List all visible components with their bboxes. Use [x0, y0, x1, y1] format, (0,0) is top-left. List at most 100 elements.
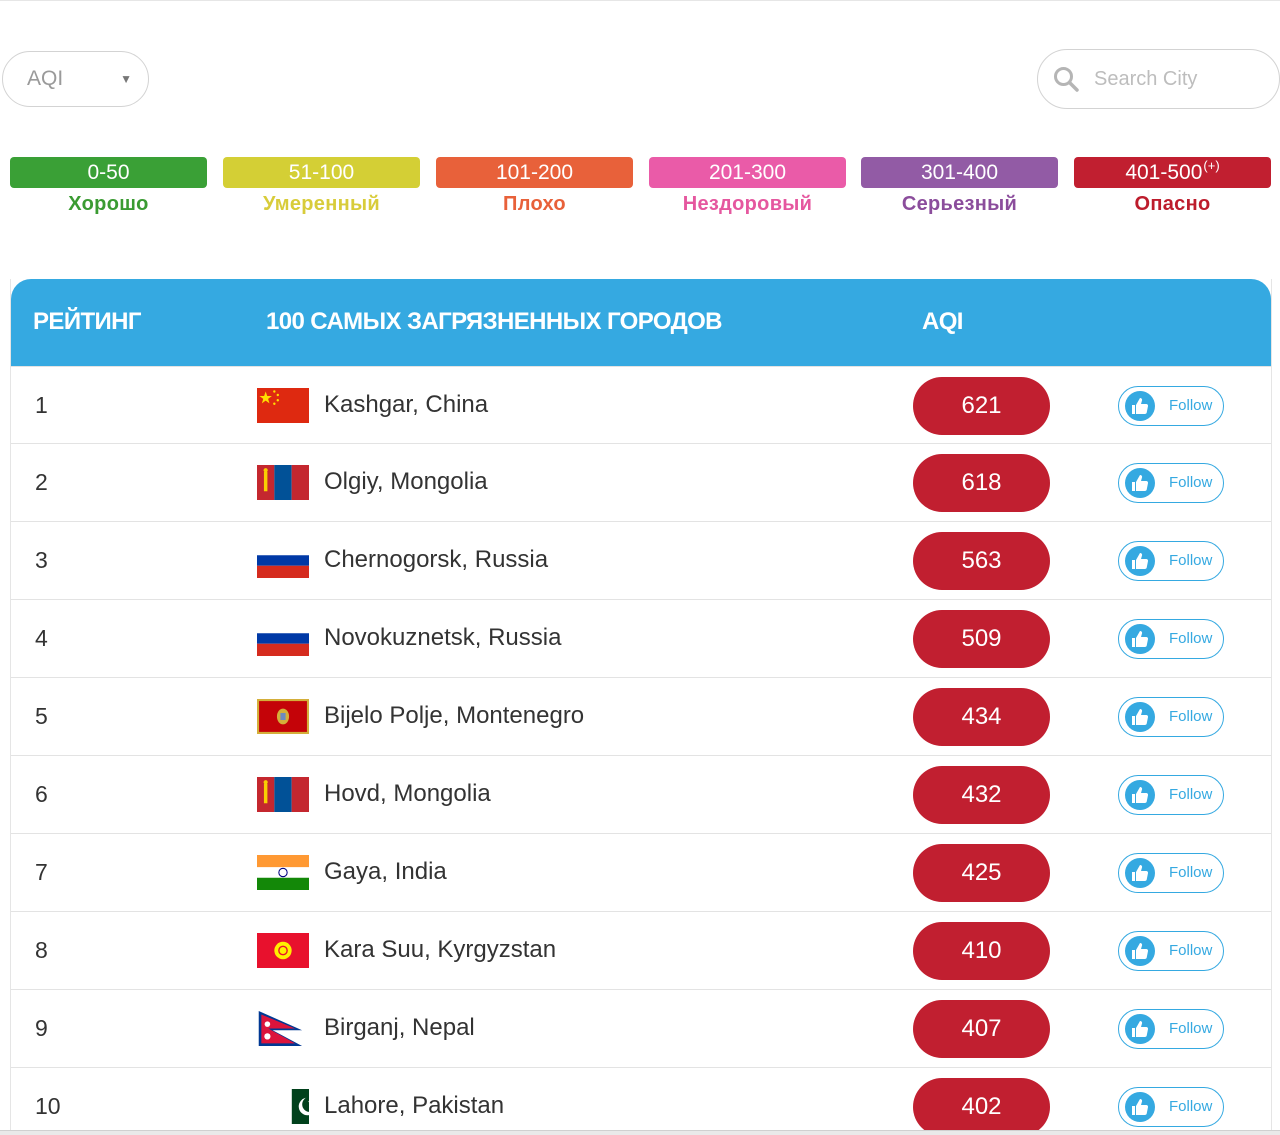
scale-label: Нездоровый [682, 193, 813, 215]
scale-label: Опасно [1134, 193, 1211, 215]
table-row: 2 Olgiy, Mongolia 618 Follow [11, 444, 1271, 522]
search-icon [1054, 67, 1079, 92]
search-city-input[interactable] [1094, 64, 1264, 94]
thumbs-up-icon [1125, 780, 1155, 810]
scale-range-bar: 401-500 (+) [1074, 157, 1271, 188]
table-row: 9 Birganj, Nepal 407 Follow [11, 990, 1271, 1068]
scale-range-text: 301-400 [920, 160, 999, 184]
row-aqi-badge: 410 [913, 922, 1050, 980]
row-city-link[interactable]: Chernogorsk, Russia [324, 546, 548, 574]
row-aqi-badge: 432 [913, 766, 1050, 824]
follow-button[interactable]: Follow [1118, 1009, 1224, 1049]
scale-range-bar: 101-200 [436, 157, 633, 188]
scale-range-bar: 301-400 [861, 157, 1058, 188]
pollutant-select-value: AQI [27, 67, 64, 90]
row-aqi-badge: 563 [913, 532, 1050, 590]
follow-label: Follow [1169, 786, 1213, 803]
row-aqi-badge: 509 [913, 610, 1050, 668]
follow-button[interactable]: Follow [1118, 619, 1224, 659]
kyrgyzstan-flag-icon [257, 933, 309, 968]
thumbs-up-icon [1125, 702, 1155, 732]
row-city-link[interactable]: Kashgar, China [324, 391, 488, 419]
header-rank: РЕЙТИНГ [33, 308, 142, 335]
follow-button[interactable]: Follow [1118, 775, 1224, 815]
row-aqi-badge: 407 [913, 1000, 1050, 1058]
thumbs-up-icon [1125, 624, 1155, 654]
top-divider [0, 0, 1280, 1]
table-header: РЕЙТИНГ 100 САМЫХ ЗАГРЯЗНЕННЫХ ГОРОДОВ A… [11, 279, 1271, 366]
scale-item: 201-300 Нездоровый [649, 157, 846, 227]
row-city-link[interactable]: Kara Suu, Kyrgyzstan [324, 936, 556, 964]
follow-button[interactable]: Follow [1118, 386, 1224, 426]
thumbs-up-icon [1125, 1014, 1155, 1044]
header-aqi: AQI [922, 308, 963, 335]
row-city-link[interactable]: Gaya, India [324, 858, 447, 886]
pollutant-select[interactable]: AQI ▼ [2, 51, 149, 107]
scale-label: Умеренный [263, 193, 380, 215]
india-flag-icon [257, 855, 309, 890]
row-rank: 1 [35, 392, 48, 418]
scale-label: Хорошо [68, 193, 149, 215]
row-city-link[interactable]: Hovd, Mongolia [324, 780, 491, 808]
follow-button[interactable]: Follow [1118, 463, 1224, 503]
russia-flag-icon [257, 543, 309, 578]
table-row: 10 Lahore, Pakistan 402 Follow [11, 1068, 1271, 1135]
row-city-link[interactable]: Bijelo Polje, Montenegro [324, 702, 584, 730]
scale-range-bar: 0-50 [10, 157, 207, 188]
row-rank: 5 [35, 703, 48, 729]
nepal-flag-icon [257, 1011, 309, 1046]
row-city-link[interactable]: Lahore, Pakistan [324, 1092, 504, 1120]
follow-label: Follow [1169, 708, 1213, 725]
follow-button[interactable]: Follow [1118, 541, 1224, 581]
russia-flag-icon [257, 621, 309, 656]
row-rank: 2 [35, 469, 48, 495]
follow-button[interactable]: Follow [1118, 853, 1224, 893]
thumbs-up-icon [1125, 936, 1155, 966]
row-city-link[interactable]: Olgiy, Mongolia [324, 468, 488, 496]
china-flag-icon [257, 388, 309, 423]
scale-item: 0-50 Хорошо [10, 157, 207, 227]
ranking-table: РЕЙТИНГ 100 САМЫХ ЗАГРЯЗНЕННЫХ ГОРОДОВ A… [10, 279, 1272, 1135]
scale-range-text: 101-200 [495, 160, 574, 184]
follow-label: Follow [1169, 864, 1213, 881]
scale-item: 301-400 Серьезный [861, 157, 1058, 227]
row-aqi-badge: 425 [913, 844, 1050, 902]
follow-label: Follow [1169, 552, 1213, 569]
follow-label: Follow [1169, 1020, 1213, 1037]
row-rank: 9 [35, 1015, 48, 1041]
follow-label: Follow [1169, 474, 1213, 491]
table-row: 3 Chernogorsk, Russia 563 Follow [11, 522, 1271, 600]
thumbs-up-icon [1125, 546, 1155, 576]
row-rank: 8 [35, 937, 48, 963]
table-row: 7 Gaya, India 425 Follow [11, 834, 1271, 912]
row-rank: 6 [35, 781, 48, 807]
horizontal-scrollbar[interactable] [0, 1130, 1280, 1135]
row-aqi-badge: 402 [913, 1078, 1050, 1135]
row-city-link[interactable]: Birganj, Nepal [324, 1014, 475, 1042]
row-rank: 7 [35, 859, 48, 885]
table-row: 6 Hovd, Mongolia 432 Follow [11, 756, 1271, 834]
scale-item: 401-500 (+) Опасно [1074, 157, 1271, 227]
follow-label: Follow [1169, 630, 1213, 647]
mongolia-flag-icon [257, 777, 309, 812]
montenegro-flag-icon [257, 699, 309, 734]
follow-button[interactable]: Follow [1118, 697, 1224, 737]
chevron-down-icon: ▼ [120, 72, 132, 86]
table-body: 1 Kashgar, China 621 Follow 2 Olgiy, Mongolia… [11, 366, 1271, 1135]
scale-range-text: 401-500 [1125, 160, 1203, 184]
scale-range-bar: 51-100 [223, 157, 420, 188]
row-city-link[interactable]: Novokuznetsk, Russia [324, 624, 561, 652]
follow-label: Follow [1169, 397, 1213, 414]
scale-range-text: 0-50 [87, 160, 130, 184]
row-aqi-badge: 434 [913, 688, 1050, 746]
follow-button[interactable]: Follow [1118, 931, 1224, 971]
follow-button[interactable]: Follow [1118, 1087, 1224, 1127]
scale-range-text: 201-300 [708, 160, 787, 184]
scale-item: 51-100 Умеренный [223, 157, 420, 227]
row-aqi-badge: 621 [913, 377, 1050, 435]
search-city-box[interactable] [1037, 49, 1280, 109]
pakistan-flag-icon [271, 1089, 309, 1124]
follow-label: Follow [1169, 942, 1213, 959]
table-row: 4 Novokuznetsk, Russia 509 Follow [11, 600, 1271, 678]
scale-label: Серьезный [901, 193, 1018, 215]
